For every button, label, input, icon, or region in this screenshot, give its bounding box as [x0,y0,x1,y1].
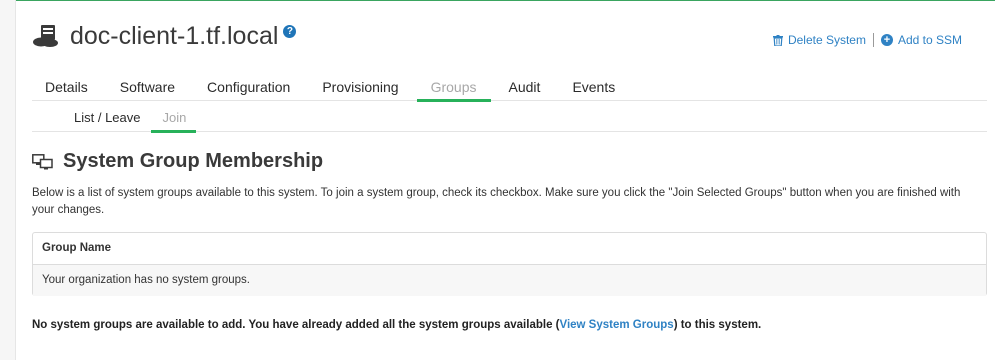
tab-details[interactable]: Details [32,70,104,101]
page-title: doc-client-1.tf.local? [70,22,297,51]
page-title-text: doc-client-1.tf.local [70,22,279,50]
tab-software[interactable]: Software [104,70,191,101]
delete-system-label: Delete System [787,33,866,47]
tab-configuration[interactable]: Configuration [191,70,306,101]
plus-circle-icon: + [880,34,893,46]
groups-table: Group Name Your organization has no syst… [32,232,987,296]
tab-groups[interactable]: Groups [415,70,493,102]
subtab-list-leave[interactable]: List / Leave [62,101,151,132]
note-text-before: No system groups are available to add. Y… [32,319,560,331]
column-header-group-name[interactable]: Group Name [33,233,986,265]
primary-tabs: Details Software Configuration Provision… [32,70,987,102]
no-groups-note: No system groups are available to add. Y… [32,319,761,331]
add-to-ssm-label: Add to SSM [897,33,962,47]
system-group-icon [32,153,53,169]
note-text-after: ) to this system. [673,319,762,331]
secondary-tabs: List / Leave Join [32,101,987,133]
add-to-ssm-button[interactable]: + Add to SSM [880,33,962,47]
header-actions: Delete System + Add to SSM [772,33,962,47]
section-description: Below is a list of system groups availab… [32,187,961,216]
section-title: System Group Membership [32,150,323,173]
tab-provisioning[interactable]: Provisioning [306,70,414,101]
main-content: doc-client-1.tf.local? Delete System + A… [32,0,987,360]
subtab-join[interactable]: Join [150,101,197,133]
tab-audit[interactable]: Audit [493,70,557,101]
trash-icon [772,34,783,46]
help-icon[interactable]: ? [283,25,297,38]
tab-events[interactable]: Events [556,70,631,101]
system-icon [33,25,58,47]
left-sidebar-strip [0,0,16,360]
section-title-text: System Group Membership [63,150,324,172]
delete-system-button[interactable]: Delete System [772,33,866,47]
view-system-groups-link[interactable]: View System Groups [559,319,673,331]
action-separator [872,33,874,47]
table-empty-row: Your organization has no system groups. [33,265,986,296]
